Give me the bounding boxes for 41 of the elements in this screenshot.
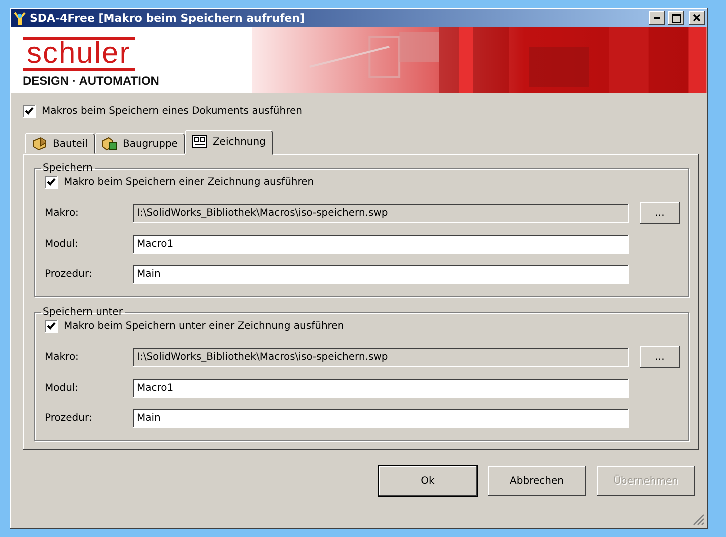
tab[interactable]: Baugruppe — [94, 133, 185, 154]
part-icon — [32, 137, 48, 151]
minimize-icon — [654, 17, 660, 19]
drawing-icon — [192, 135, 208, 149]
checkbox[interactable] — [45, 320, 58, 333]
input-field[interactable]: I:\SolidWorks_Bibliothek\Macros\iso-speichern.swp — [133, 348, 629, 366]
resize-grip-icon — [693, 514, 705, 526]
logo-tagline: DESIGN · AUTOMATION — [23, 74, 160, 88]
field-label: Makro: — [45, 208, 80, 218]
input-field[interactable]: Macro1 — [133, 379, 629, 398]
checkbox[interactable] — [45, 176, 58, 189]
input-field[interactable]: I:\SolidWorks_Bibliothek\Macros\iso-speichern.swp — [133, 204, 629, 222]
input-field[interactable]: Main — [133, 265, 629, 284]
tab[interactable]: Zeichnung — [184, 130, 273, 155]
checkbox-label: Makros beim Speichern eines Dokuments ausführen — [42, 106, 302, 117]
maximize-button[interactable] — [668, 11, 684, 25]
close-button[interactable] — [689, 11, 705, 25]
browse-button[interactable]: ... — [640, 346, 680, 368]
close-icon — [693, 14, 701, 22]
dialog-button[interactable]: Abbrechen — [488, 466, 586, 496]
group-title: Speichern unter — [42, 307, 124, 318]
minimize-button[interactable] — [649, 11, 665, 25]
assembly-icon — [102, 137, 118, 151]
maximize-icon — [672, 14, 680, 22]
tab[interactable]: Bauteil — [25, 133, 95, 154]
field-label: Prozedur: — [45, 413, 94, 424]
field-label: Modul: — [45, 383, 80, 394]
checkbox-label: Makro beim Speichern einer Zeichnung ausführen — [64, 177, 314, 188]
app-icon — [13, 11, 27, 25]
checkbox[interactable] — [23, 105, 36, 118]
field-label: Makro: — [45, 352, 80, 362]
company-logo: schuler — [23, 37, 135, 71]
group-title: Speichern — [42, 163, 94, 174]
input-field[interactable]: Main — [133, 409, 629, 428]
browse-button[interactable]: ... — [640, 202, 680, 224]
checkbox-label: Makro beim Speichern unter einer Zeichnung ausführen — [64, 321, 344, 332]
field-label: Prozedur: — [45, 269, 94, 280]
window-title: SDA-4Free [Makro beim Speichern aufrufen] — [30, 12, 306, 24]
input-field[interactable]: Macro1 — [133, 235, 629, 254]
dialog-button[interactable]: Ok — [379, 466, 477, 496]
field-label: Modul: — [45, 239, 80, 250]
